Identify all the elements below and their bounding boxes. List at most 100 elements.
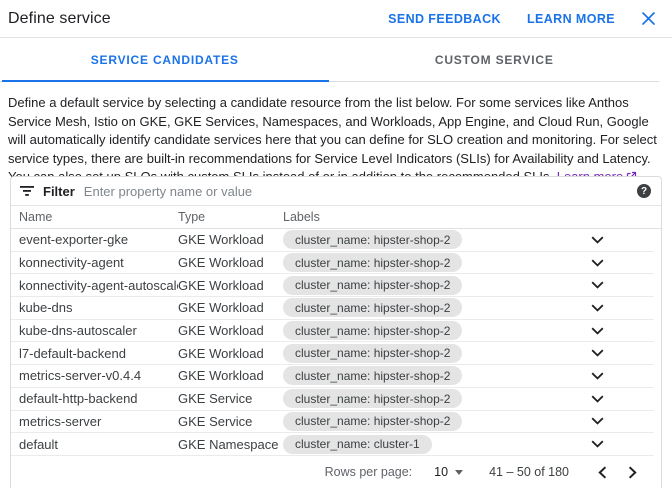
- row-name: event-exporter-gke: [19, 232, 178, 247]
- table-row[interactable]: event-exporter-gke GKE Workload cluster_…: [11, 229, 654, 252]
- table-row[interactable]: kube-dns-autoscaler GKE Workload cluster…: [11, 320, 654, 343]
- expand-row-button[interactable]: [589, 325, 606, 337]
- tab-custom-service[interactable]: CUSTOM SERVICE: [330, 38, 660, 81]
- filter-label: Filter: [43, 184, 75, 199]
- chevron-down-icon: [591, 259, 604, 267]
- row-labels: cluster_name: hipster-shop-2: [283, 276, 575, 295]
- learn-more-button[interactable]: LEARN MORE: [527, 12, 615, 26]
- row-labels: cluster_name: hipster-shop-2: [283, 321, 575, 340]
- chevron-down-icon: [591, 327, 604, 335]
- label-chip: cluster_name: hipster-shop-2: [283, 366, 462, 385]
- chevron-down-icon: [591, 236, 604, 244]
- row-name: konnectivity-agent-autoscaler: [19, 278, 178, 293]
- next-page-button[interactable]: [625, 463, 640, 482]
- row-type: GKE Service: [178, 414, 283, 429]
- row-name: metrics-server: [19, 414, 178, 429]
- row-name: default-http-backend: [19, 391, 178, 406]
- table-row[interactable]: metrics-server GKE Service cluster_name:…: [11, 411, 654, 434]
- dialog-header: Define service SEND FEEDBACK LEARN MORE: [0, 0, 672, 38]
- row-type: GKE Workload: [178, 232, 283, 247]
- close-icon: [641, 11, 656, 26]
- filter-list-icon: [20, 185, 34, 197]
- row-type: GKE Service: [178, 391, 283, 406]
- expand-row-button[interactable]: [589, 438, 606, 450]
- label-chip: cluster_name: hipster-shop-2: [283, 389, 462, 408]
- chevron-down-icon: [591, 304, 604, 312]
- row-labels: cluster_name: hipster-shop-2: [283, 366, 575, 385]
- label-chip: cluster_name: hipster-shop-2: [283, 321, 462, 340]
- row-labels: cluster_name: hipster-shop-2: [283, 412, 575, 431]
- row-type: GKE Workload: [178, 255, 283, 270]
- expand-row-button[interactable]: [589, 347, 606, 359]
- expand-row-button[interactable]: [589, 257, 606, 269]
- row-name: kube-dns: [19, 300, 178, 315]
- dropdown-arrow-icon: [455, 470, 463, 475]
- table-row[interactable]: konnectivity-agent-autoscaler GKE Worklo…: [11, 274, 654, 297]
- pagination-range: 41 – 50 of 180: [489, 465, 569, 479]
- label-chip: cluster_name: hipster-shop-2: [283, 230, 462, 249]
- pagination-bar: Rows per page: 10 41 – 50 of 180: [11, 456, 661, 488]
- label-chip: cluster_name: cluster-1: [283, 435, 432, 454]
- table-row[interactable]: default-http-backend GKE Service cluster…: [11, 388, 654, 411]
- label-chip: cluster_name: hipster-shop-2: [283, 276, 462, 295]
- chevron-down-icon: [591, 440, 604, 448]
- row-labels: cluster_name: cluster-1: [283, 435, 575, 454]
- row-type: GKE Workload: [178, 278, 283, 293]
- row-type: GKE Workload: [178, 368, 283, 383]
- table-row[interactable]: l7-default-backend GKE Workload cluster_…: [11, 342, 654, 365]
- tab-service-candidates[interactable]: SERVICE CANDIDATES: [0, 38, 330, 81]
- table-row[interactable]: kube-dns GKE Workload cluster_name: hips…: [11, 297, 654, 320]
- filter-input[interactable]: [84, 184, 628, 199]
- expand-row-button[interactable]: [589, 415, 606, 427]
- label-chip: cluster_name: hipster-shop-2: [283, 412, 462, 431]
- row-type: GKE Workload: [178, 300, 283, 315]
- expand-row-button[interactable]: [589, 393, 606, 405]
- chevron-right-icon: [628, 466, 637, 479]
- label-chip: cluster_name: hipster-shop-2: [283, 298, 462, 317]
- chevron-down-icon: [591, 349, 604, 357]
- header-actions: SEND FEEDBACK LEARN MORE: [388, 11, 656, 26]
- rows-per-page-select[interactable]: 10: [434, 465, 463, 479]
- row-labels: cluster_name: hipster-shop-2: [283, 344, 575, 363]
- label-chip: cluster_name: hipster-shop-2: [283, 344, 462, 363]
- row-name: konnectivity-agent: [19, 255, 178, 270]
- row-name: default: [19, 437, 178, 452]
- service-candidates-card: Filter ? Name Type Labels event-exporter…: [10, 176, 662, 488]
- chevron-down-icon: [591, 372, 604, 380]
- expand-row-button[interactable]: [589, 279, 606, 291]
- expand-row-button[interactable]: [589, 302, 606, 314]
- row-name: kube-dns-autoscaler: [19, 323, 178, 338]
- row-type: GKE Namespace: [178, 437, 283, 452]
- send-feedback-button[interactable]: SEND FEEDBACK: [388, 12, 501, 26]
- rows-per-page-label: Rows per page:: [325, 465, 413, 479]
- row-type: GKE Workload: [178, 346, 283, 361]
- row-labels: cluster_name: hipster-shop-2: [283, 389, 575, 408]
- close-button[interactable]: [641, 11, 656, 26]
- row-name: metrics-server-v0.4.4: [19, 368, 178, 383]
- rows-per-page-value: 10: [434, 465, 448, 479]
- table-row[interactable]: default GKE Namespace cluster_name: clus…: [11, 433, 654, 456]
- row-labels: cluster_name: hipster-shop-2: [283, 298, 575, 317]
- tab-bar: SERVICE CANDIDATES CUSTOM SERVICE: [0, 38, 659, 82]
- chevron-down-icon: [591, 395, 604, 403]
- help-icon[interactable]: ?: [637, 184, 651, 198]
- row-name: l7-default-backend: [19, 346, 178, 361]
- description-text: Define a default service by selecting a …: [8, 94, 664, 187]
- row-labels: cluster_name: hipster-shop-2: [283, 253, 575, 272]
- table-row[interactable]: metrics-server-v0.4.4 GKE Workload clust…: [11, 365, 654, 388]
- column-header-name[interactable]: Name: [19, 210, 178, 224]
- previous-page-button[interactable]: [595, 463, 610, 482]
- expand-row-button[interactable]: [589, 234, 606, 246]
- table-row[interactable]: konnectivity-agent GKE Workload cluster_…: [11, 252, 654, 275]
- expand-row-button[interactable]: [589, 370, 606, 382]
- row-type: GKE Workload: [178, 323, 283, 338]
- label-chip: cluster_name: hipster-shop-2: [283, 253, 462, 272]
- chevron-left-icon: [598, 466, 607, 479]
- column-header-type[interactable]: Type: [178, 210, 283, 224]
- table-body: event-exporter-gke GKE Workload cluster_…: [11, 229, 661, 456]
- column-header-labels[interactable]: Labels: [283, 210, 582, 224]
- filter-bar: Filter ?: [11, 177, 661, 206]
- chevron-down-icon: [591, 417, 604, 425]
- chevron-down-icon: [591, 281, 604, 289]
- page-title: Define service: [8, 10, 111, 28]
